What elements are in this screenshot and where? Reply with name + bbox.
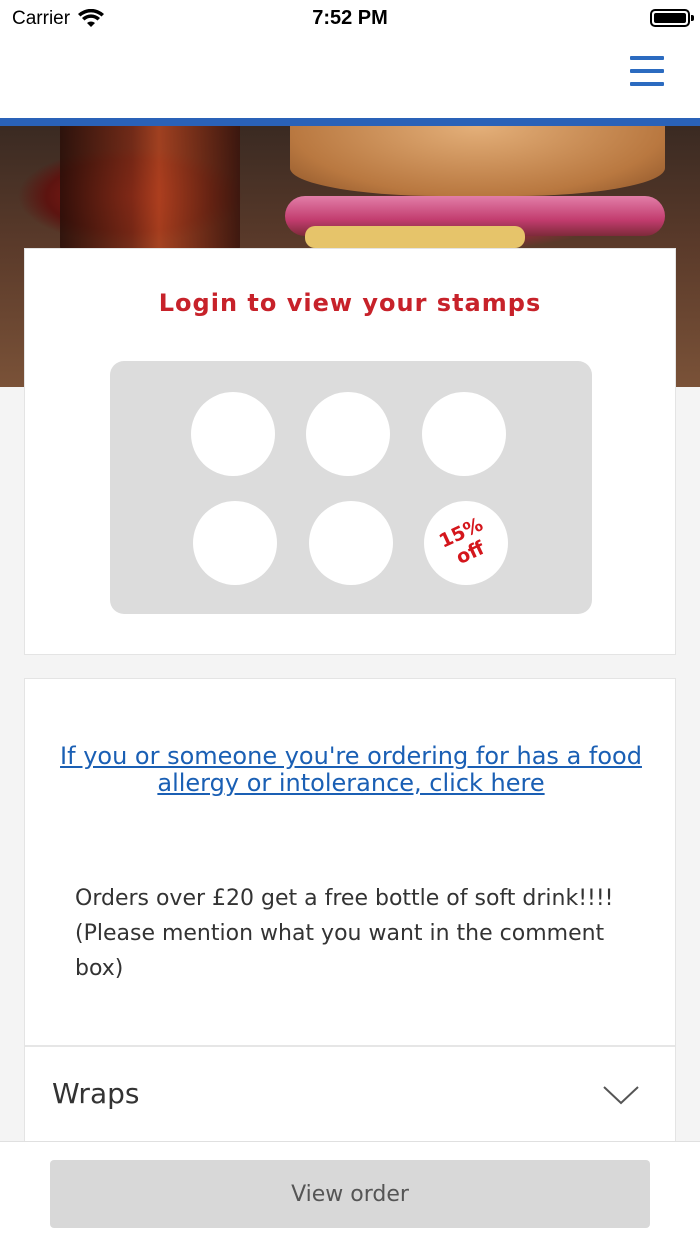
stamp-reward-slot: 15% off bbox=[424, 501, 508, 585]
header-accent-line bbox=[0, 118, 700, 126]
stamp-grid: 15% off bbox=[110, 361, 592, 614]
category-label: Wraps bbox=[52, 1077, 140, 1110]
allergy-info-link[interactable]: If you or someone you're ordering for ha… bbox=[55, 743, 647, 797]
login-stamps-prompt[interactable]: Login to view your stamps bbox=[25, 289, 675, 317]
stamp-slot-5 bbox=[309, 501, 393, 585]
status-bar: Carrier 7:52 PM bbox=[0, 0, 700, 40]
reward-label: 15% off bbox=[436, 513, 496, 572]
top-navigation-bar bbox=[0, 40, 700, 118]
stamp-slot-2 bbox=[306, 392, 390, 476]
burger-cheese-shape bbox=[305, 226, 525, 248]
stamp-slot-3 bbox=[422, 392, 506, 476]
cola-glass-shape bbox=[60, 126, 240, 256]
status-time: 7:52 PM bbox=[312, 7, 388, 29]
burger-bun-shape bbox=[290, 126, 665, 196]
stamp-slot-1 bbox=[191, 392, 275, 476]
menu-info-card: If you or someone you're ordering for ha… bbox=[24, 678, 676, 1144]
loyalty-stamp-card: Login to view your stamps 15% off bbox=[24, 248, 676, 655]
category-row-wraps[interactable]: Wraps bbox=[25, 1045, 675, 1143]
hamburger-menu-icon[interactable] bbox=[630, 56, 664, 88]
battery-icon bbox=[650, 9, 694, 27]
chevron-down-icon bbox=[603, 1086, 639, 1105]
stamp-slot-4 bbox=[193, 501, 277, 585]
view-order-button[interactable]: View order bbox=[50, 1160, 650, 1228]
order-footer: View order bbox=[0, 1141, 700, 1244]
promo-message: Orders over £20 get a free bottle of sof… bbox=[75, 886, 614, 981]
